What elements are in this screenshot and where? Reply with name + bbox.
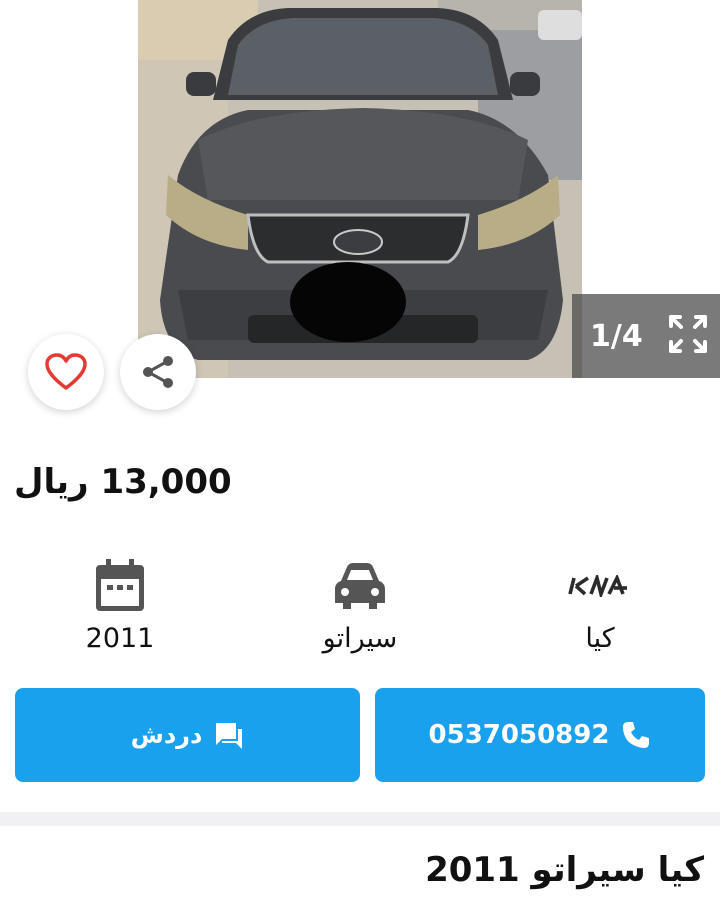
phone-icon <box>623 722 650 748</box>
spec-model-value: سيراتو <box>322 623 398 654</box>
chat-label: دردش <box>130 721 203 749</box>
fullscreen-button[interactable] <box>666 312 710 356</box>
favorite-button[interactable] <box>28 334 104 410</box>
next-image-button[interactable] <box>638 150 678 190</box>
chat-icon <box>216 723 243 749</box>
chevron-left-icon <box>53 157 69 183</box>
specs-row: 2011 سيراتو كيا <box>0 555 720 665</box>
spec-model: سيراتو <box>240 555 480 665</box>
image-counter: 1/4 <box>590 318 643 354</box>
listing-title: كيا سيراتو 2011 <box>425 850 704 890</box>
heart-icon <box>45 353 87 390</box>
share-button[interactable] <box>120 334 196 410</box>
chat-button[interactable]: دردش <box>15 688 360 782</box>
section-divider <box>0 812 720 826</box>
car-icon <box>335 563 385 609</box>
spec-year: 2011 <box>0 555 240 665</box>
calendar-icon <box>96 559 144 611</box>
fullscreen-icon <box>669 315 707 353</box>
car-photo[interactable] <box>138 0 582 378</box>
listing-price: 13,000 ريال <box>14 462 232 502</box>
kia-logo <box>568 575 627 597</box>
chevron-right-icon <box>651 157 667 183</box>
share-icon <box>143 356 173 388</box>
image-counter-bar: 1/4 <box>572 294 720 378</box>
previous-image-button[interactable] <box>42 150 82 190</box>
spec-make: كيا <box>480 555 720 665</box>
photo-gallery[interactable]: 1/4 <box>0 0 720 410</box>
spec-make-value: كيا <box>585 623 615 654</box>
call-button[interactable]: 0537050892 <box>375 688 705 782</box>
phone-number: 0537050892 <box>428 720 610 750</box>
spec-year-value: 2011 <box>85 623 155 654</box>
